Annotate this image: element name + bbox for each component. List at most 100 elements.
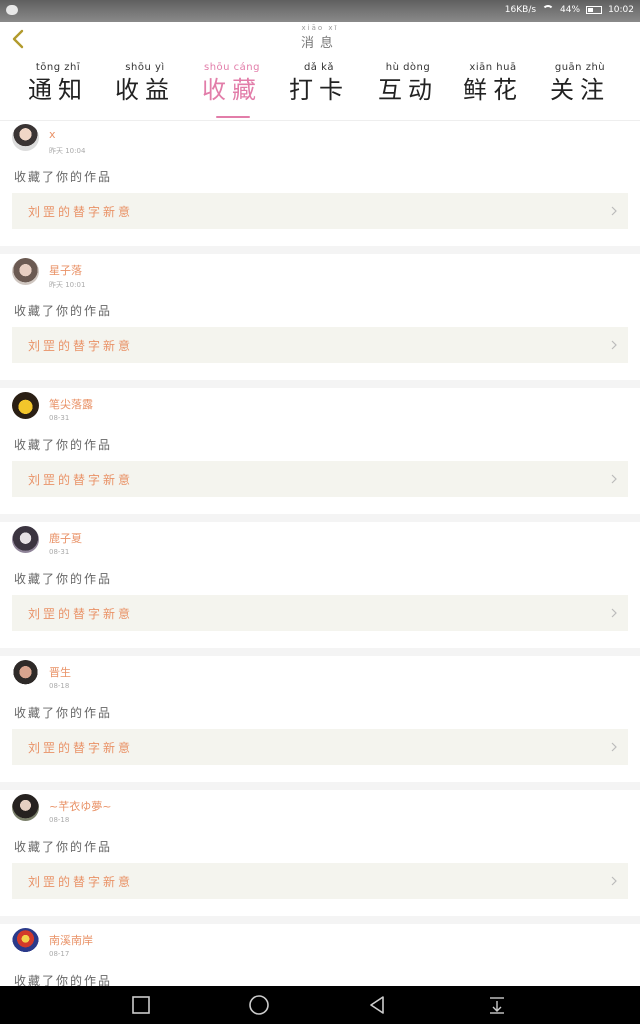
avatar[interactable] xyxy=(12,526,39,553)
tab-label: 收藏 xyxy=(202,76,262,104)
action-text: 收藏了你的作品 xyxy=(14,170,113,184)
work-link[interactable]: 刘罡的替字新意 xyxy=(12,729,628,765)
home-circle-icon[interactable] xyxy=(248,994,270,1016)
chevron-right-icon xyxy=(611,474,617,484)
timestamp: 08-18 xyxy=(49,816,70,824)
status-right: 16KB/s 44% 10:02 xyxy=(505,5,634,15)
divider xyxy=(0,916,640,924)
timestamp: 08-31 xyxy=(49,414,70,422)
work-link[interactable]: 刘罡的替字新意 xyxy=(12,193,628,229)
tab-label: 打卡 xyxy=(289,76,349,104)
tab-income[interactable]: shōu yì 收益 xyxy=(105,62,185,104)
work-link[interactable]: 刘罡的替字新意 xyxy=(12,595,628,631)
action-text: 收藏了你的作品 xyxy=(14,304,113,318)
divider xyxy=(0,782,640,790)
tab-pinyin: dǎ kǎ xyxy=(303,62,335,73)
list-item: 晋生 08-18 收藏了你的作品 刘罡的替字新意 xyxy=(0,656,640,782)
work-link[interactable]: 刘罡的替字新意 xyxy=(12,863,628,899)
avatar[interactable] xyxy=(12,660,39,687)
nav-bar: xiāo xī 消息 xyxy=(0,22,640,57)
chevron-right-icon xyxy=(611,340,617,350)
action-text: 收藏了你的作品 xyxy=(14,438,113,452)
divider xyxy=(0,514,640,522)
tab-label: 通知 xyxy=(28,76,88,104)
list-item: 鹿子夏 08-31 收藏了你的作品 刘罡的替字新意 xyxy=(0,522,640,648)
timestamp: 08-17 xyxy=(49,950,70,958)
list-item: x 昨天 10:04 收藏了你的作品 刘罡的替字新意 xyxy=(0,120,640,246)
divider xyxy=(0,648,640,656)
user-name[interactable]: 笔尖落露 xyxy=(49,396,93,412)
divider xyxy=(0,246,640,254)
page-title-wrap: xiāo xī 消息 xyxy=(0,24,640,51)
tab-label: 关注 xyxy=(550,76,610,104)
list-item: 南溪南岸 08-17 收藏了你的作品 xyxy=(0,924,640,986)
chevron-right-icon xyxy=(611,742,617,752)
notification-list[interactable]: x 昨天 10:04 收藏了你的作品 刘罡的替字新意 星子落 昨天 10:01 … xyxy=(0,120,640,986)
divider xyxy=(0,380,640,388)
tab-label: 收益 xyxy=(115,76,175,104)
work-title: 刘罡的替字新意 xyxy=(28,741,134,755)
tab-flowers[interactable]: xiān huā 鲜花 xyxy=(453,62,533,104)
action-text: 收藏了你的作品 xyxy=(14,572,113,586)
status-bar: 16KB/s 44% 10:02 xyxy=(0,0,640,22)
tab-pinyin: tōng zhī xyxy=(35,62,81,73)
tab-favorites[interactable]: shōu cáng 收藏 xyxy=(192,62,272,104)
work-title: 刘罡的替字新意 xyxy=(28,473,134,487)
battery-icon xyxy=(586,6,603,14)
square-icon[interactable] xyxy=(130,994,152,1016)
user-name[interactable]: 星子落 xyxy=(49,262,82,278)
list-item: 笔尖落露 08-31 收藏了你的作品 刘罡的替字新意 xyxy=(0,388,640,514)
work-link[interactable]: 刘罡的替字新意 xyxy=(12,327,628,363)
tab-bar: tōng zhī 通知 shōu yì 收益 shōu cáng 收藏 dǎ k… xyxy=(0,56,640,121)
tab-pinyin: hù dòng xyxy=(385,62,431,73)
battery-percent: 44% xyxy=(560,5,581,15)
action-text: 收藏了你的作品 xyxy=(14,706,113,720)
chevron-right-icon xyxy=(611,206,617,216)
user-name[interactable]: x xyxy=(49,128,56,141)
net-speed: 16KB/s xyxy=(504,5,537,15)
timestamp: 昨天 10:04 xyxy=(49,147,86,155)
tab-pinyin: xiān huā xyxy=(469,62,517,73)
user-name[interactable]: ~芊衣ゆ夢~ xyxy=(49,798,111,814)
battery-fill xyxy=(588,8,594,12)
tab-interaction[interactable]: hù dòng 互动 xyxy=(368,62,448,104)
user-name[interactable]: 鹿子夏 xyxy=(49,530,82,546)
wechat-icon xyxy=(6,5,18,15)
avatar[interactable] xyxy=(12,124,39,151)
chevron-right-icon xyxy=(611,876,617,886)
clock: 10:02 xyxy=(608,5,634,15)
work-link[interactable]: 刘罡的替字新意 xyxy=(12,461,628,497)
timestamp: 昨天 10:01 xyxy=(49,281,86,289)
chevron-right-icon xyxy=(611,608,617,618)
page-title-pinyin: xiāo xī xyxy=(301,24,339,32)
tab-label: 鲜花 xyxy=(463,76,523,104)
tab-label: 互动 xyxy=(378,76,438,104)
avatar[interactable] xyxy=(12,258,39,285)
system-nav-bar xyxy=(0,986,640,1024)
user-name[interactable]: 晋生 xyxy=(49,664,71,680)
page-title: 消息 xyxy=(300,36,339,51)
tab-notice[interactable]: tōng zhī 通知 xyxy=(18,62,98,104)
action-text: 收藏了你的作品 xyxy=(14,840,113,854)
tab-pinyin: shōu yì xyxy=(125,62,165,73)
work-title: 刘罡的替字新意 xyxy=(28,339,134,353)
timestamp: 08-31 xyxy=(49,548,70,556)
user-name[interactable]: 南溪南岸 xyxy=(49,932,93,948)
avatar[interactable] xyxy=(12,392,39,419)
avatar[interactable] xyxy=(12,928,39,955)
work-title: 刘罡的替字新意 xyxy=(28,875,134,889)
active-tab-indicator xyxy=(216,116,250,118)
back-triangle-icon[interactable] xyxy=(366,994,388,1016)
tab-pinyin: shōu cáng xyxy=(204,62,260,73)
list-item: ~芊衣ゆ夢~ 08-18 收藏了你的作品 刘罡的替字新意 xyxy=(0,790,640,916)
tab-checkin[interactable]: dǎ kǎ 打卡 xyxy=(279,62,359,104)
tab-follow[interactable]: guān zhù 关注 xyxy=(540,62,620,104)
work-title: 刘罡的替字新意 xyxy=(28,205,134,219)
timestamp: 08-18 xyxy=(49,682,70,690)
work-title: 刘罡的替字新意 xyxy=(28,607,134,621)
notification-pull-icon[interactable] xyxy=(486,994,508,1016)
avatar[interactable] xyxy=(12,794,39,821)
list-item: 星子落 昨天 10:01 收藏了你的作品 刘罡的替字新意 xyxy=(0,254,640,380)
tab-pinyin: guān zhù xyxy=(554,62,606,73)
action-text: 收藏了你的作品 xyxy=(14,974,113,986)
